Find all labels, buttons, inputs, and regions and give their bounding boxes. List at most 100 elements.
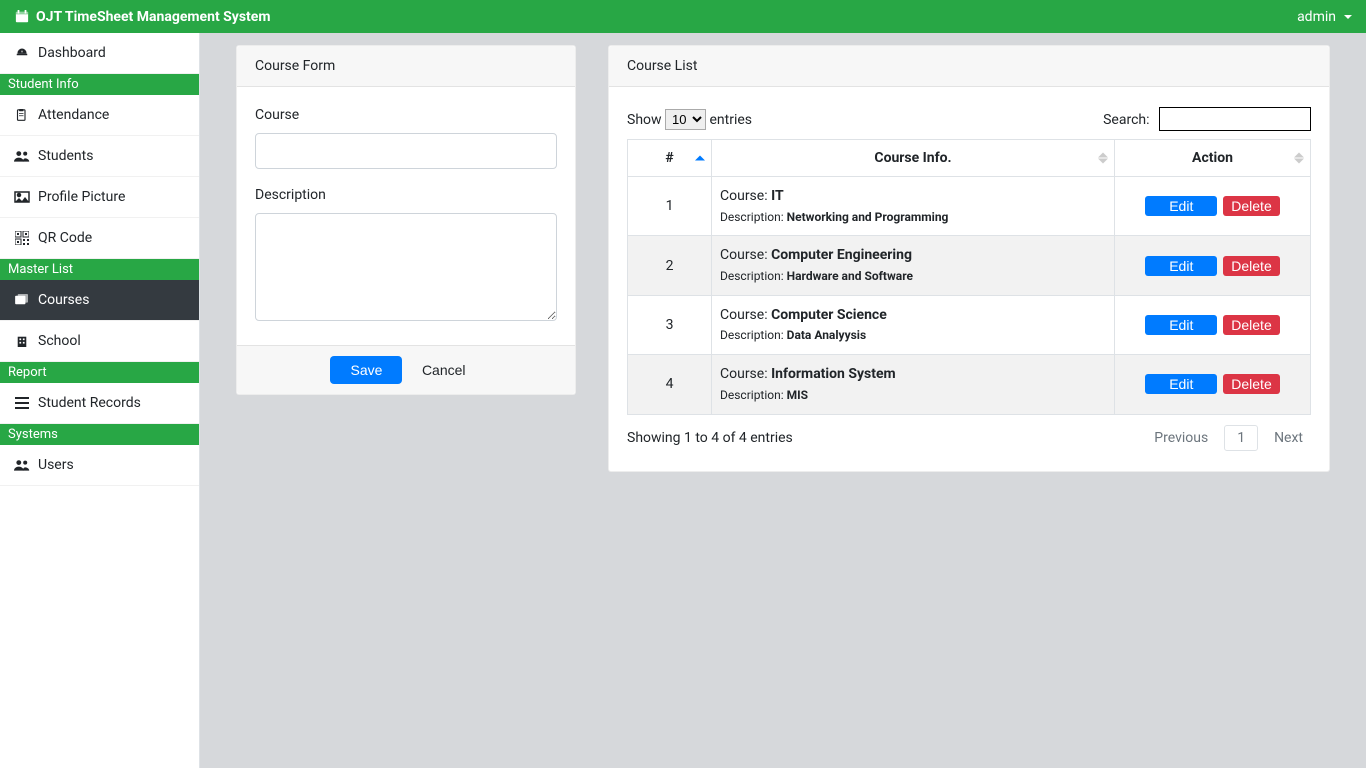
course-desc: Data Analyysis — [787, 328, 866, 342]
description-input[interactable] — [255, 213, 557, 321]
desc-label: Description: — [720, 328, 787, 342]
sidebar-item-student-records[interactable]: Student Records — [0, 383, 199, 424]
user-name: admin — [1297, 9, 1336, 25]
sidebar-item-attendance[interactable]: Attendance — [0, 95, 199, 136]
students-icon — [14, 149, 30, 163]
delete-button[interactable]: Delete — [1223, 196, 1279, 216]
course-label: Course: — [720, 366, 771, 382]
row-number: 2 — [628, 236, 712, 295]
courses-icon — [14, 293, 30, 307]
action-cell: Edit Delete — [1115, 177, 1311, 236]
pagination: Previous 1 Next — [1146, 425, 1311, 451]
sidebar: Dashboard Student Info Attendance Students P… — [0, 33, 200, 768]
course-table: # Course Info. Action — [627, 139, 1311, 415]
table-row: 2Course: Computer EngineeringDescription… — [628, 236, 1311, 295]
sidebar-section: Student Info — [0, 74, 199, 95]
sidebar-section: Master List — [0, 259, 199, 280]
desc-label: Description: — [720, 388, 787, 402]
picture-icon — [14, 190, 30, 204]
course-desc: MIS — [787, 388, 808, 402]
sidebar-section: Systems — [0, 424, 199, 445]
course-label: Course: — [720, 307, 771, 323]
course-form-panel: Course Form Course Description Save Canc… — [236, 45, 576, 395]
brand[interactable]: OJT TimeSheet Management System — [14, 9, 270, 25]
course-input[interactable] — [255, 133, 557, 169]
sort-icon — [1098, 153, 1108, 164]
action-cell: Edit Delete — [1115, 236, 1311, 295]
search-label: Search: — [1103, 112, 1149, 128]
sidebar-item-qr-code[interactable]: QR Code — [0, 218, 199, 259]
col-number[interactable]: # — [628, 140, 712, 177]
sidebar-item-label: Profile Picture — [38, 189, 125, 205]
prev-button[interactable]: Previous — [1146, 426, 1216, 450]
sidebar-item-users[interactable]: Users — [0, 445, 199, 486]
course-name: IT — [771, 188, 784, 204]
sidebar-item-label: Dashboard — [38, 45, 106, 61]
school-icon — [14, 334, 30, 348]
search-control: Search: — [1103, 107, 1311, 131]
dashboard-icon — [14, 46, 30, 60]
main-content: Course Form Course Description Save Canc… — [200, 33, 1366, 768]
sidebar-item-school[interactable]: School — [0, 321, 199, 362]
course-name: Computer Science — [771, 307, 887, 323]
entries-selector: Show 10 entries — [627, 109, 752, 130]
users-icon — [14, 458, 30, 472]
navbar: OJT TimeSheet Management System admin — [0, 0, 1366, 33]
course-name: Information System — [771, 366, 896, 382]
course-info-cell: Course: Computer Science Description: Dat… — [712, 295, 1115, 354]
table-info: Showing 1 to 4 of 4 entries — [627, 430, 793, 446]
desc-label: Description: — [720, 269, 787, 283]
sidebar-item-courses[interactable]: Courses — [0, 280, 199, 321]
course-info-cell: Course: Computer EngineeringDescription:… — [712, 236, 1115, 295]
sidebar-item-label: Students — [38, 148, 93, 164]
action-cell: Edit Delete — [1115, 295, 1311, 354]
list-title: Course List — [609, 46, 1329, 87]
qrcode-icon — [14, 231, 30, 245]
edit-button[interactable]: Edit — [1145, 374, 1217, 394]
sidebar-item-label: Users — [38, 457, 74, 473]
row-number: 1 — [628, 177, 712, 236]
table-row: 4Course: Information System Description: … — [628, 355, 1311, 414]
table-row: 3Course: Computer ScienceDescription: Da… — [628, 295, 1311, 354]
calendar-icon — [14, 10, 30, 24]
sidebar-item-dashboard[interactable]: Dashboard — [0, 33, 199, 74]
page-number[interactable]: 1 — [1224, 425, 1258, 451]
course-list-panel: Course List Show 10 entries Search: — [608, 45, 1330, 472]
sidebar-item-label: Courses — [38, 292, 89, 308]
delete-button[interactable]: Delete — [1223, 256, 1279, 276]
sidebar-item-profile-picture[interactable]: Profile Picture — [0, 177, 199, 218]
col-action[interactable]: Action — [1115, 140, 1311, 177]
edit-button[interactable]: Edit — [1145, 256, 1217, 276]
sort-icon — [1294, 153, 1304, 164]
form-title: Course Form — [237, 46, 575, 87]
desc-label: Description: — [720, 210, 787, 224]
show-prefix: Show — [627, 112, 662, 128]
sidebar-section: Report — [0, 362, 199, 383]
entries-select[interactable]: 10 — [665, 109, 706, 130]
delete-button[interactable]: Delete — [1223, 374, 1279, 394]
sort-icon — [695, 156, 705, 161]
edit-button[interactable]: Edit — [1145, 196, 1217, 216]
next-button[interactable]: Next — [1266, 426, 1311, 450]
table-row: 1 Course: IT Description: Networking and P… — [628, 177, 1311, 236]
sidebar-item-label: QR Code — [38, 230, 92, 246]
row-number: 4 — [628, 355, 712, 414]
col-info[interactable]: Course Info. — [712, 140, 1115, 177]
edit-button[interactable]: Edit — [1145, 315, 1217, 335]
search-input[interactable] — [1159, 107, 1311, 131]
chevron-down-icon — [1344, 15, 1352, 19]
sidebar-item-label: Attendance — [38, 107, 109, 123]
course-desc: Networking and Programming — [787, 210, 949, 224]
course-label: Course: — [720, 247, 771, 263]
cancel-button[interactable]: Cancel — [406, 356, 482, 384]
action-cell: Edit Delete — [1115, 355, 1311, 414]
course-info-cell: Course: Information System Description: M… — [712, 355, 1115, 414]
user-dropdown[interactable]: admin — [1297, 9, 1352, 25]
sidebar-item-students[interactable]: Students — [0, 136, 199, 177]
delete-button[interactable]: Delete — [1223, 315, 1279, 335]
sidebar-item-label: School — [38, 333, 81, 349]
course-label: Course: — [720, 188, 771, 204]
save-button[interactable]: Save — [330, 356, 402, 384]
course-desc: Hardware and Software — [787, 269, 913, 283]
description-label: Description — [255, 187, 557, 203]
